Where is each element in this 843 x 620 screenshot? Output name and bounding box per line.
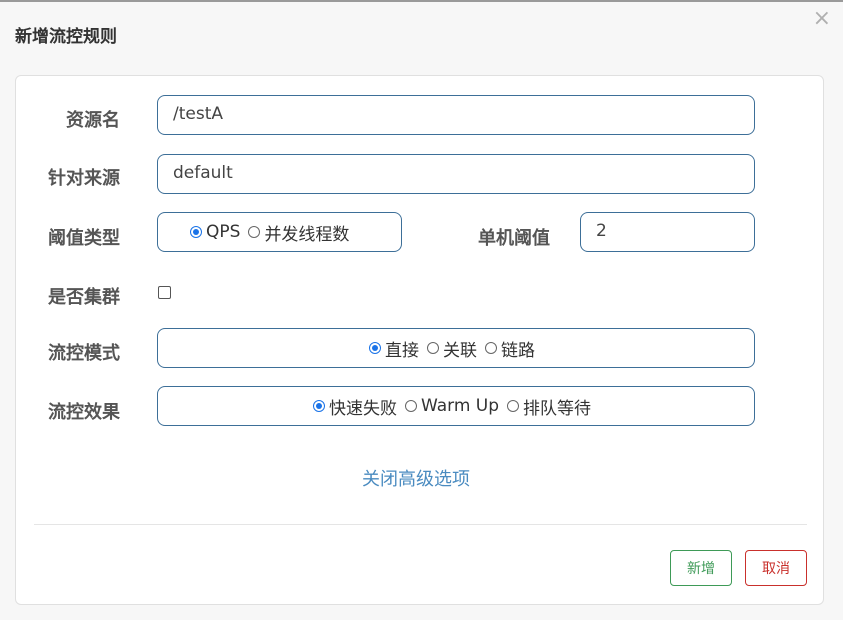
radio-checked-icon[interactable] [312,400,325,412]
flow-effect-group: 快速失败 Warm Up 排队等待 [157,386,755,426]
threshold-type-group: QPS 并发线程数 [157,212,402,252]
radio-option-label: 并发线程数 [264,224,350,245]
resource-name-label: 资源名 [66,110,120,131]
cluster-checkbox[interactable] [158,286,171,299]
radio-unchecked-icon[interactable] [507,400,520,412]
limit-app-label: 针对来源 [48,168,120,189]
advanced-options-toggle[interactable]: 关闭高级选项 [362,465,470,491]
radio-unchecked-icon[interactable] [248,226,261,238]
footer-divider [34,524,807,525]
limit-app-input[interactable]: default [157,154,755,194]
single-threshold-input[interactable]: 2 [580,212,755,252]
resource-name-input[interactable]: /testA [157,95,755,135]
radio-option-fail-fast[interactable]: 快速失败 [312,394,397,419]
single-threshold-label: 单机阈值 [478,228,550,249]
radio-checked-icon[interactable] [369,342,381,354]
flow-mode-group: 直接 关联 链路 [157,328,755,368]
radio-option-warm-up[interactable]: Warm Up [404,396,500,416]
radio-unchecked-icon[interactable] [404,400,417,412]
radio-option-label: QPS [206,222,241,242]
cluster-label: 是否集群 [48,287,120,308]
radio-option-thread-count[interactable]: 并发线程数 [248,220,349,245]
add-button[interactable]: 新增 [670,550,732,586]
radio-option-queue[interactable]: 排队等待 [507,394,591,419]
close-icon[interactable]: × [813,8,831,30]
radio-option-direct[interactable]: 直接 [369,336,419,361]
radio-option-label: 排队等待 [523,398,592,419]
threshold-type-label: 阈值类型 [48,228,120,249]
single-threshold-value: 2 [596,221,607,241]
resource-name-value: /testA [173,104,224,124]
limit-app-value: default [173,163,233,183]
cancel-button[interactable]: 取消 [745,550,807,586]
flow-effect-label: 流控效果 [48,402,120,423]
dialog-title: 新增流控规则 [15,27,117,47]
radio-option-label: 关联 [443,340,477,361]
radio-unchecked-icon[interactable] [485,342,497,354]
radio-checked-icon[interactable] [190,226,202,238]
modal-top-border [0,0,843,2]
flow-mode-label: 流控模式 [48,343,120,364]
radio-option-label: 链路 [501,340,535,361]
radio-unchecked-icon[interactable] [427,342,439,354]
radio-option-label: 直接 [385,340,419,361]
form-panel: 资源名 /testA 针对来源 default 阈值类型 QPS 并发线程数 单… [15,75,824,605]
radio-option-chain[interactable]: 链路 [485,336,535,361]
radio-option-label: 快速失败 [328,398,397,419]
radio-option-relate[interactable]: 关联 [427,336,477,361]
radio-option-label: Warm Up [420,396,500,416]
radio-option-qps[interactable]: QPS [190,222,240,242]
